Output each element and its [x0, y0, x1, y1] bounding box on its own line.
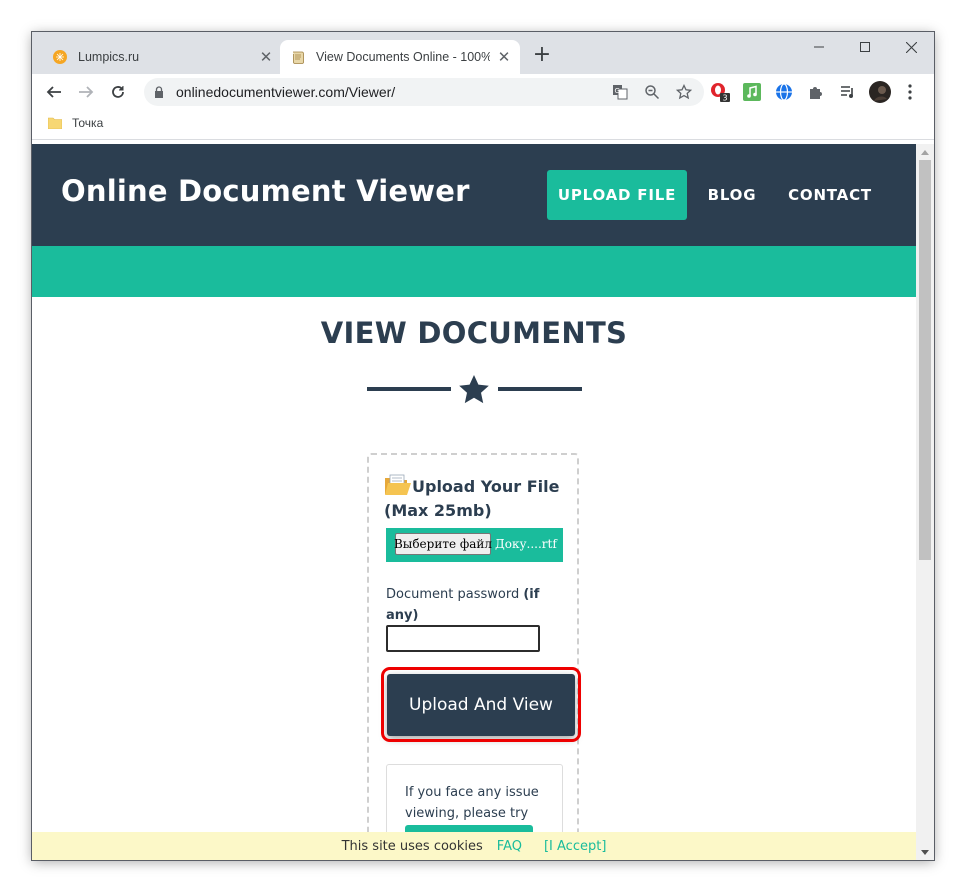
- new-tab-plus-icon[interactable]: +: [530, 44, 554, 68]
- page-title: VIEW DOCUMENTS: [320, 316, 628, 350]
- password-label-text: Document password: [386, 587, 524, 602]
- tab-view-documents[interactable]: View Documents Online - 100% F ✕: [280, 40, 520, 74]
- bookmark-folder[interactable]: Точка: [48, 116, 103, 130]
- folder-icon: [48, 117, 62, 129]
- teal-banner: [32, 246, 916, 297]
- divider-line-left: [367, 387, 451, 391]
- lock-icon[interactable]: [154, 86, 168, 98]
- scroll-down-arrow-icon[interactable]: [916, 844, 934, 860]
- translate-icon[interactable]: G: [608, 80, 632, 104]
- globe-extension-icon[interactable]: [772, 80, 796, 104]
- divider-line-right: [498, 387, 582, 391]
- cookie-text: This site uses cookies: [341, 838, 483, 854]
- cookie-faq-link[interactable]: FAQ: [497, 839, 522, 854]
- nav-contact-link[interactable]: CONTACT: [780, 170, 880, 220]
- browser-toolbar: onlinedocumentviewer.com/Viewer/ G 3: [32, 74, 934, 110]
- address-bar[interactable]: onlinedocumentviewer.com/Viewer/ G: [144, 78, 704, 106]
- back-arrow-icon[interactable]: [42, 80, 66, 104]
- issue-notice-text: If you face any issue viewing, please tr…: [405, 785, 539, 821]
- orange-circle-icon: [53, 50, 67, 64]
- extension-badge: 3: [722, 94, 727, 103]
- page-viewport: Online Document Viewer UPLOAD FILE BLOG …: [32, 144, 916, 860]
- nav-upload-file-button[interactable]: UPLOAD FILE: [547, 170, 687, 220]
- cookie-banner: This site uses cookies FAQ [I Accept]: [32, 832, 916, 860]
- reload-icon[interactable]: [106, 80, 130, 104]
- close-icon[interactable]: ✕: [496, 48, 512, 66]
- bookmark-label: Точка: [72, 116, 104, 130]
- nav-blog-link[interactable]: BLOG: [698, 170, 766, 220]
- url-text[interactable]: onlinedocumentviewer.com/Viewer/: [176, 84, 608, 100]
- cookie-accept-link[interactable]: [I Accept]: [544, 839, 606, 854]
- kebab-menu-icon[interactable]: [898, 80, 922, 104]
- page-scrollbar[interactable]: [916, 144, 934, 860]
- opera-extension-icon[interactable]: 3: [708, 80, 732, 104]
- open-folder-icon: [385, 474, 411, 495]
- star-icon: [459, 375, 489, 404]
- close-icon[interactable]: ✕: [258, 48, 274, 66]
- bookmarks-bar: Точка: [32, 110, 934, 140]
- choose-file-button[interactable]: Выберите файл: [394, 533, 492, 555]
- password-field[interactable]: [386, 625, 540, 652]
- browser-window: Lumpics.ru ✕ View Documents Online - 100…: [32, 32, 934, 860]
- bookmark-star-icon[interactable]: [672, 80, 696, 104]
- svg-text:G: G: [615, 87, 620, 95]
- zoom-icon[interactable]: [640, 80, 664, 104]
- forward-arrow-icon[interactable]: [74, 80, 98, 104]
- music-extension-icon[interactable]: [740, 80, 764, 104]
- tab-strip: Lumpics.ru ✕ View Documents Online - 100…: [32, 32, 934, 74]
- tab-title: Lumpics.ru: [78, 50, 140, 64]
- minimize-icon[interactable]: [796, 32, 842, 62]
- tab-lumpics[interactable]: Lumpics.ru ✕: [42, 40, 282, 74]
- media-playlist-icon[interactable]: [836, 80, 860, 104]
- red-highlight-outline: [381, 667, 581, 742]
- site-header: Online Document Viewer UPLOAD FILE BLOG …: [32, 144, 916, 246]
- maximize-icon[interactable]: [842, 32, 888, 62]
- selected-file-name: Доку....rtf: [495, 537, 557, 551]
- site-title[interactable]: Online Document Viewer: [61, 174, 470, 208]
- file-input-wrapper: Выберите файл Доку....rtf: [386, 528, 563, 562]
- password-label: Document password (if any): [386, 584, 556, 626]
- scrollbar-thumb[interactable]: [919, 160, 931, 560]
- tab-title: View Documents Online - 100% F: [316, 50, 490, 64]
- scroll-up-arrow-icon[interactable]: [916, 144, 934, 160]
- puzzle-extensions-icon[interactable]: [804, 80, 828, 104]
- upload-heading: Upload Your File (Max 25mb): [384, 474, 574, 523]
- close-window-icon[interactable]: [888, 32, 934, 62]
- scroll-icon: [293, 51, 304, 64]
- avatar[interactable]: [868, 80, 892, 104]
